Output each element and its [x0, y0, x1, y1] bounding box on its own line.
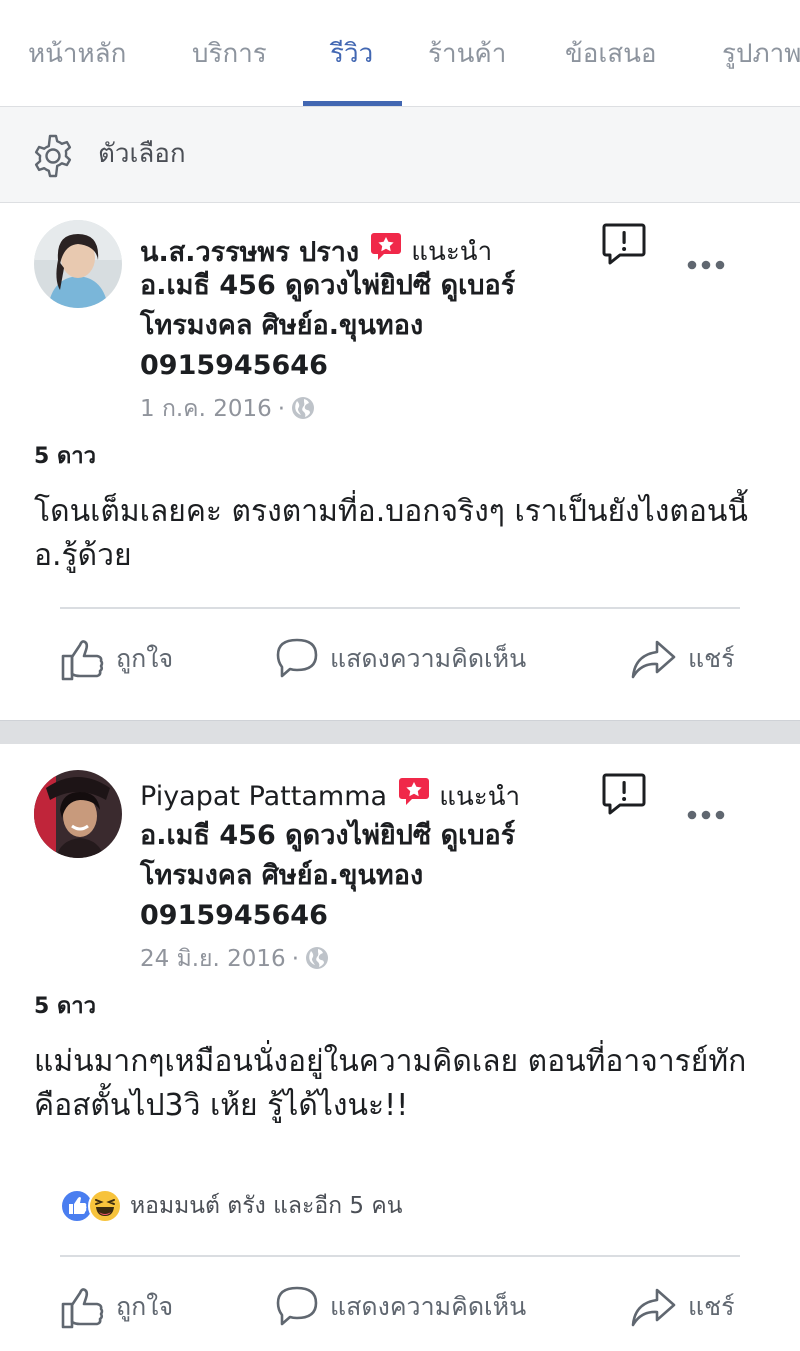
divider — [60, 607, 740, 609]
tab-bar: หน้าหลัก บริการ รีวิว ร้านค้า ข้อเสนอ รู… — [0, 0, 800, 106]
review-header: น.ส.วรรษพร ปราง แนะนำ — [140, 230, 492, 268]
recommend-label: แนะนำ — [439, 782, 521, 812]
review-date[interactable]: 24 มิ.ย. 2016 — [140, 946, 286, 972]
card-separator — [0, 720, 800, 744]
tab-shop[interactable]: ร้านค้า — [428, 38, 506, 70]
more-options-icon[interactable] — [686, 808, 726, 822]
avatar-photo — [34, 770, 122, 858]
options-label: ตัวเลือก — [98, 139, 186, 169]
review-text: โดนเต็มเลยคะ ตรงตามที่อ.บอกจริงๆ เราเป็น… — [34, 494, 748, 573]
thumbs-up-icon — [61, 1288, 104, 1329]
review-meta: 1 ก.ค. 2016 · — [140, 394, 315, 424]
comment-label: แสดงความคิดเห็น — [330, 644, 527, 673]
comment-icon — [276, 638, 318, 678]
page-name-line-1[interactable]: อ.เมธี 456 ดูดวงไพ่ยิปซี ดูเบอร์ — [140, 266, 515, 306]
page-name-line-3[interactable]: 0915945646 — [140, 346, 328, 386]
comment-button[interactable]: แสดงความคิดเห็น — [274, 1284, 526, 1332]
recommend-icon — [371, 232, 402, 260]
haha-reaction-icon — [88, 1189, 122, 1223]
review-card: น.ส.วรรษพร ปราง แนะนำ อ.เมธี 456 ดูดวงไพ… — [0, 204, 800, 720]
share-button[interactable]: แชร์ — [630, 1284, 735, 1332]
report-icon[interactable] — [602, 222, 646, 266]
tab-services[interactable]: บริการ — [192, 38, 267, 70]
comment-label: แสดงความคิดเห็น — [330, 1292, 527, 1321]
recommend-icon — [399, 777, 430, 805]
like-label: ถูกใจ — [116, 644, 174, 673]
avatar[interactable] — [34, 770, 122, 858]
tab-home[interactable]: หน้าหลัก — [28, 38, 126, 70]
comment-icon — [276, 1286, 318, 1326]
review-header: Piyapat Pattamma แนะนำ — [140, 776, 520, 814]
page-name-line-2[interactable]: โทรมงคล ศิษย์อ.ขุนทอง — [140, 306, 423, 346]
share-button[interactable]: แชร์ — [630, 636, 735, 684]
review-meta: 24 มิ.ย. 2016 · — [140, 944, 329, 974]
avatar[interactable] — [34, 220, 122, 308]
like-label: ถูกใจ — [116, 1292, 174, 1321]
avatar-photo — [34, 220, 122, 308]
recommend-label: แนะนำ — [411, 237, 493, 267]
options-bar[interactable]: ตัวเลือก — [0, 106, 800, 203]
tab-photos[interactable]: รูปภาพ — [722, 38, 800, 70]
globe-icon — [306, 946, 328, 969]
page-name-line-3[interactable]: 0915945646 — [140, 896, 328, 936]
share-icon — [631, 1288, 676, 1327]
share-icon — [631, 640, 676, 679]
like-button[interactable]: ถูกใจ — [60, 1284, 173, 1332]
report-icon[interactable] — [602, 772, 646, 816]
review-card: Piyapat Pattamma แนะนำ อ.เมธี 456 ดูดวงไ… — [0, 744, 800, 1351]
more-options-icon[interactable] — [686, 258, 726, 272]
comment-button[interactable]: แสดงความคิดเห็น — [274, 636, 526, 684]
gear-icon — [34, 134, 72, 178]
globe-icon — [292, 396, 315, 419]
rating: 5 ดาว — [34, 994, 96, 1019]
reactions-summary[interactable]: หอมมนต์ ตรัง และอีก 5 คน — [60, 1188, 402, 1224]
review-date[interactable]: 1 ก.ค. 2016 — [140, 396, 272, 422]
reactions-text: หอมมนต์ ตรัง และอีก 5 คน — [130, 1193, 403, 1219]
rating: 5 ดาว — [34, 444, 96, 469]
review-text: แม่นมากๆเหมือนนั่งอยู่ในความคิดเลย ตอนที… — [34, 1044, 747, 1123]
tab-reviews[interactable]: รีวิว — [330, 38, 373, 70]
thumbs-up-icon — [61, 640, 104, 681]
tab-offers[interactable]: ข้อเสนอ — [565, 38, 657, 70]
share-label: แชร์ — [688, 644, 735, 673]
like-button[interactable]: ถูกใจ — [60, 636, 173, 684]
author-name[interactable]: Piyapat Pattamma — [140, 781, 387, 812]
divider — [60, 1255, 740, 1257]
author-name[interactable]: น.ส.วรรษพร ปราง — [140, 237, 359, 268]
share-label: แชร์ — [688, 1292, 735, 1321]
page-name-line-2[interactable]: โทรมงคล ศิษย์อ.ขุนทอง — [140, 856, 423, 896]
page-name-line-1[interactable]: อ.เมธี 456 ดูดวงไพ่ยิปซี ดูเบอร์ — [140, 816, 515, 856]
